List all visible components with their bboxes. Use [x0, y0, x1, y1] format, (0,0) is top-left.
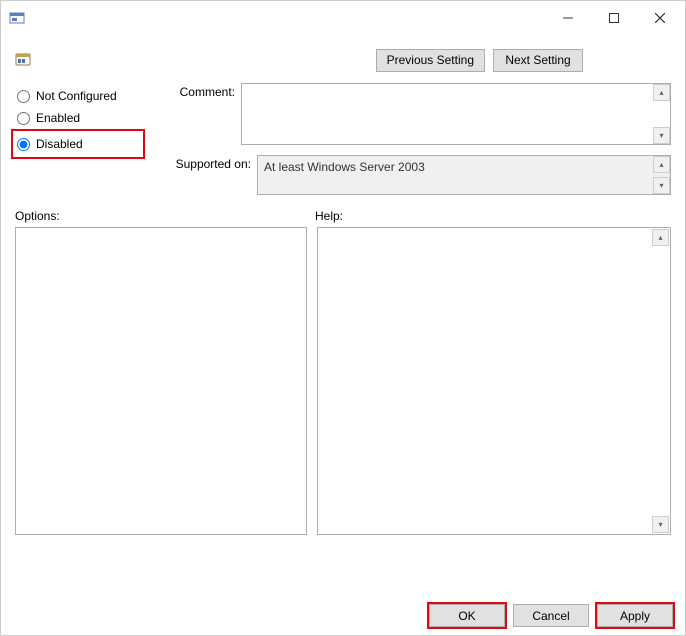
help-content: [318, 228, 670, 236]
ok-button[interactable]: OK: [429, 604, 505, 627]
radio-enabled[interactable]: Enabled: [15, 107, 155, 129]
help-panel: ▴ ▾: [317, 227, 671, 535]
window-icon: [9, 10, 25, 26]
apply-button[interactable]: Apply: [597, 604, 673, 627]
radio-disabled-label: Disabled: [36, 137, 83, 151]
radio-not-configured[interactable]: Not Configured: [15, 85, 155, 107]
scroll-down-icon[interactable]: ▾: [653, 127, 670, 144]
scroll-up-icon[interactable]: ▴: [652, 229, 669, 246]
close-button[interactable]: [637, 3, 683, 33]
toolbar-row: Previous Setting Next Setting: [3, 33, 683, 83]
comment-field[interactable]: [241, 83, 671, 145]
next-setting-button[interactable]: Next Setting: [493, 49, 583, 72]
scroll-down-icon[interactable]: ▾: [652, 516, 669, 533]
titlebar: [3, 3, 683, 33]
radio-disabled[interactable]: Disabled: [15, 133, 141, 155]
supported-label: Supported on:: [161, 155, 251, 195]
help-label: Help:: [315, 209, 343, 223]
previous-setting-button[interactable]: Previous Setting: [376, 49, 485, 72]
footer-buttons: OK Cancel Apply: [429, 604, 673, 627]
highlight-disabled: Disabled: [11, 129, 145, 159]
options-panel: [15, 227, 307, 535]
window-controls: [545, 3, 683, 33]
comment-field-wrap: ▴ ▾: [241, 83, 671, 145]
radio-not-configured-label: Not Configured: [36, 89, 117, 103]
radio-group: Not Configured Enabled Disabled: [15, 83, 155, 195]
maximize-button[interactable]: [591, 3, 637, 33]
supported-field: At least Windows Server 2003: [257, 155, 671, 195]
minimize-button[interactable]: [545, 3, 591, 33]
comment-label: Comment:: [161, 83, 235, 145]
radio-not-configured-input[interactable]: [17, 90, 30, 103]
options-label: Options:: [15, 209, 315, 223]
policy-icon: [15, 52, 31, 68]
supported-field-wrap: At least Windows Server 2003 ▴ ▾: [257, 155, 671, 195]
scroll-up-icon[interactable]: ▴: [653, 156, 670, 173]
radio-enabled-input[interactable]: [17, 112, 30, 125]
scroll-up-icon[interactable]: ▴: [653, 84, 670, 101]
cancel-button[interactable]: Cancel: [513, 604, 589, 627]
radio-enabled-label: Enabled: [36, 111, 80, 125]
radio-disabled-input[interactable]: [17, 138, 30, 151]
scroll-down-icon[interactable]: ▾: [653, 177, 670, 194]
